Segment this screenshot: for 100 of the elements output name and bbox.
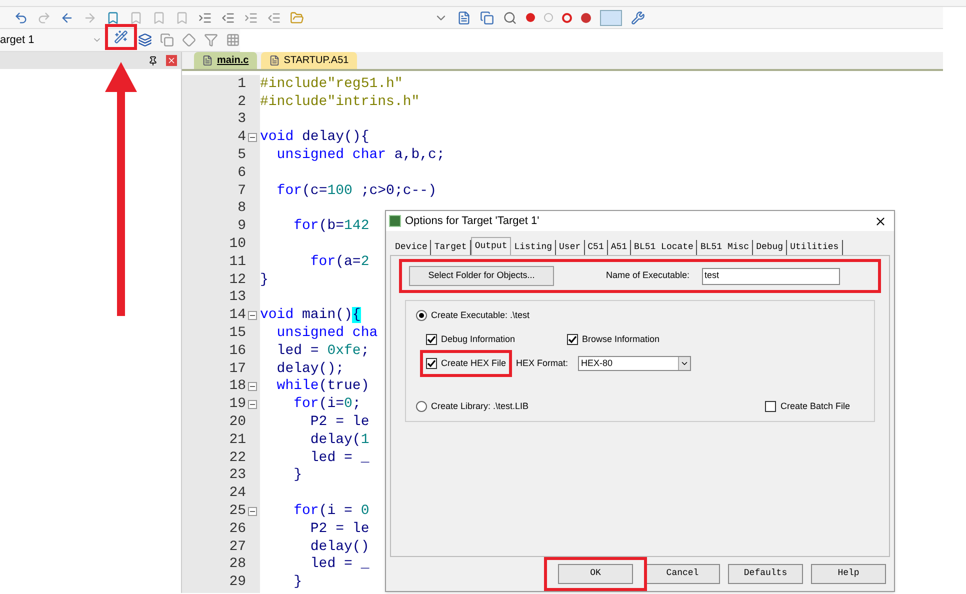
editor-tab[interactable]: main.c [194, 52, 257, 69]
code-line: } [292, 575, 302, 590]
fold-icon[interactable] [248, 382, 257, 391]
grid-icon[interactable] [226, 33, 240, 47]
file-icon [268, 55, 280, 66]
code-line: for(a=2 [309, 254, 370, 269]
copy-icon[interactable] [480, 10, 494, 24]
hex-format-select[interactable]: HEX-80 [578, 356, 692, 371]
code-line: P2 = le [309, 415, 370, 430]
undo-icon[interactable] [14, 10, 28, 24]
code-line: for(b=142 [292, 219, 370, 234]
dialog-tab[interactable]: BL51 Locate [631, 240, 698, 255]
line-number: 23 [229, 468, 246, 482]
checkbox[interactable] [426, 358, 437, 369]
line-number: 6 [238, 166, 246, 180]
fold-icon[interactable] [248, 506, 257, 516]
executable-name-field[interactable]: test [702, 268, 840, 284]
search-icon[interactable] [503, 10, 517, 24]
code-line: for(c=100 ;c>0;c--) [276, 184, 436, 198]
dropdown-icon [680, 359, 690, 368]
code-line: unsigned cha [276, 326, 378, 340]
radio-button[interactable] [416, 310, 427, 322]
code-line: delay() [309, 540, 370, 554]
line-number: 19 [229, 397, 246, 412]
dialog-button[interactable]: Defaults [728, 564, 803, 584]
line-number: 29 [229, 575, 246, 590]
funnel-icon[interactable] [204, 33, 218, 47]
dialog-button[interactable]: OK [558, 564, 633, 584]
checkbox[interactable] [765, 400, 776, 412]
magic-wand-icon[interactable] [114, 30, 128, 44]
dialog-tab[interactable]: Debug [753, 240, 788, 255]
indent-icon[interactable] [198, 10, 212, 24]
line-number: 2 [238, 94, 246, 109]
bookmark-icon[interactable] [106, 10, 120, 24]
line-number: 5 [238, 148, 246, 162]
select-folder-button[interactable]: Select Folder for Objects... [409, 266, 554, 286]
window-title: Options for Target 'Target 1' [405, 214, 540, 229]
fold-icon[interactable] [248, 400, 257, 409]
line-number: 28 [229, 557, 246, 572]
option-label: Create Batch File [780, 400, 850, 412]
dialog-tab[interactable]: A51 [608, 240, 632, 255]
code-line: led = _ [309, 557, 370, 572]
option-label: Browse Information [582, 332, 660, 346]
line-number: 22 [229, 450, 246, 465]
line-number: 15 [229, 326, 246, 340]
line-number: 4 [238, 130, 246, 144]
back-icon[interactable] [60, 10, 74, 24]
line-number: 11 [229, 254, 246, 269]
fold-icon[interactable] [248, 132, 257, 142]
line-number: 25 [229, 504, 246, 518]
code-line: #include"intrins.h" [260, 94, 420, 109]
dialog-tab[interactable]: C51 [584, 240, 608, 255]
line-number: 20 [229, 415, 246, 430]
copy-icon[interactable] [160, 33, 174, 47]
line-number: 26 [229, 522, 246, 536]
code-line: delay(); [276, 362, 344, 376]
checkbox[interactable] [426, 334, 437, 345]
line-number: 14 [229, 308, 246, 322]
dialog-tab[interactable]: Listing [511, 240, 556, 255]
document-icon[interactable] [457, 10, 471, 24]
highlight-frame [105, 24, 137, 50]
code-line: while(true) [276, 379, 370, 394]
outdent-icon[interactable] [221, 10, 235, 24]
line-number: 12 [229, 272, 246, 287]
stack-icon[interactable] [138, 33, 152, 47]
code-line: for(i=0; [292, 397, 361, 412]
code-line: void delay(){ [260, 130, 370, 144]
line-number: 24 [229, 486, 246, 500]
close-icon[interactable] [874, 214, 887, 228]
line-number: 9 [238, 219, 246, 234]
wrench-icon[interactable] [631, 10, 645, 24]
pin-icon[interactable] [148, 56, 158, 66]
dialog-button[interactable]: Help [811, 564, 886, 584]
code-line: led = _ [309, 450, 370, 465]
line-number: 21 [229, 432, 246, 447]
option-label: Create Executable: .\test [431, 309, 530, 322]
app-icon [389, 215, 401, 227]
option-label: Create Library: .\test.LIB [431, 400, 529, 413]
dialog-tab[interactable]: User [556, 240, 585, 255]
folder-icon[interactable] [290, 10, 304, 24]
checkbox[interactable] [567, 334, 578, 345]
editor-tab[interactable]: STARTUP.A51 [260, 52, 357, 69]
outdent-icon[interactable] [267, 10, 281, 24]
fold-icon[interactable] [248, 310, 257, 320]
indent-icon[interactable] [244, 10, 258, 24]
dialog-tab[interactable]: BL51 Misc [697, 240, 754, 255]
dialog-button[interactable]: Cancel [645, 564, 720, 584]
dialog-tab[interactable]: Output [470, 237, 512, 255]
line-number: 10 [229, 237, 246, 252]
code-line: } [260, 272, 268, 287]
line-number: 1 [238, 76, 246, 91]
diamond-icon[interactable] [182, 33, 196, 47]
dialog-tab[interactable]: Utilities [787, 240, 843, 255]
line-number: 13 [229, 290, 246, 304]
line-number: 17 [229, 362, 246, 376]
option-label: Debug Information [441, 332, 516, 346]
code-line: void main(){ [260, 308, 361, 322]
file-icon [202, 55, 213, 66]
dialog-tab[interactable]: Device [392, 240, 432, 255]
radio-button[interactable] [416, 400, 427, 412]
